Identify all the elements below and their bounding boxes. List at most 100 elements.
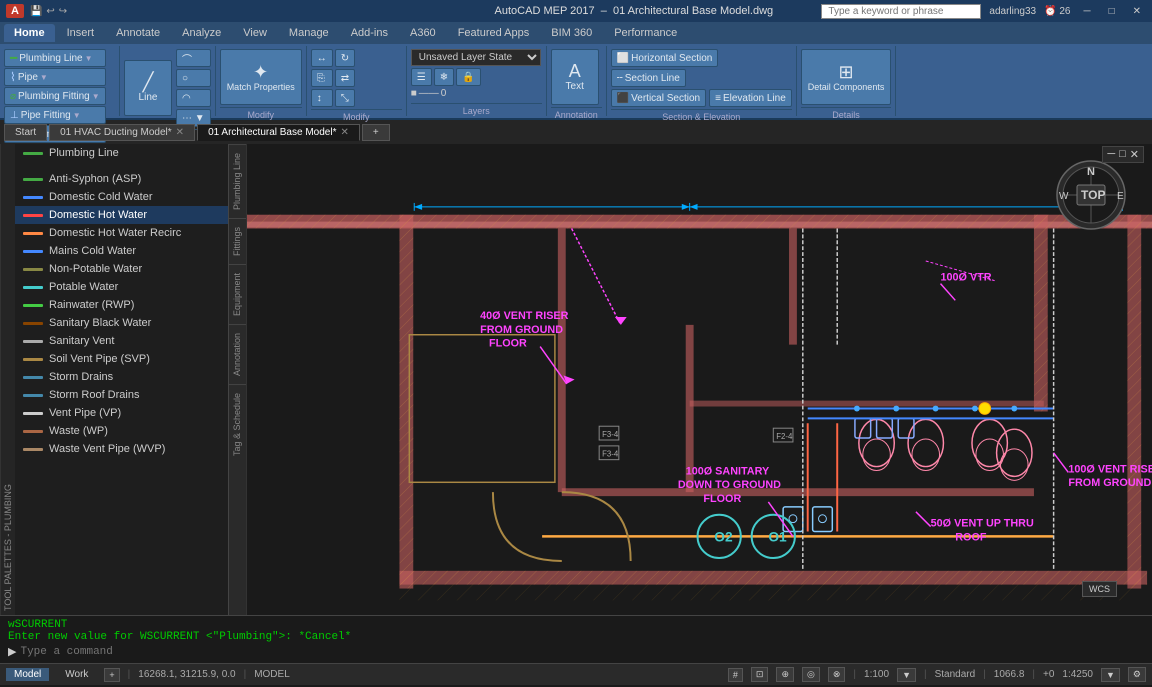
annotation-scale-btn[interactable]: ▼ xyxy=(1101,668,1120,682)
doc-tab-new[interactable]: + xyxy=(362,124,390,141)
layer-freeze-btn[interactable]: ❄ xyxy=(434,68,454,86)
tool-palette-label[interactable]: TOOL PALETTES - PLUMBING xyxy=(0,144,15,615)
sidebar-item-storm-drains[interactable]: Storm Drains xyxy=(15,368,228,386)
side-tab-tag-schedule[interactable]: Tag & Schedule xyxy=(229,384,246,464)
stretch-btn[interactable]: ↕ xyxy=(311,89,333,107)
rotate-btn[interactable]: ↻ xyxy=(335,49,355,67)
sidebar-item-non-potable[interactable]: Non-Potable Water xyxy=(15,260,228,278)
circle-btn[interactable]: ○ xyxy=(176,69,211,87)
add-tab-btn[interactable]: + xyxy=(104,668,119,682)
canvas-restore-btn[interactable]: □ xyxy=(1119,148,1126,161)
doc-tab-hvac[interactable]: 01 HVAC Ducting Model* ✕ xyxy=(49,124,195,141)
horiz-section-btn[interactable]: ⬛ Vertical Section xyxy=(611,89,706,107)
sidebar-item-waste[interactable]: Waste (WP) xyxy=(15,422,228,440)
sidebar-item-asp[interactable]: Anti-Syphon (ASP) xyxy=(15,170,228,188)
sidebar-item-mains-cold[interactable]: Mains Cold Water xyxy=(15,242,228,260)
sidebar-item-vent-pipe[interactable]: Vent Pipe (VP) xyxy=(15,404,228,422)
work-tab[interactable]: Work xyxy=(57,668,96,681)
tab-home[interactable]: Home xyxy=(4,24,55,42)
tab-analyze[interactable]: Analyze xyxy=(172,24,231,42)
sidebar-item-hot-water-recirc[interactable]: Domestic Hot Water Recirc xyxy=(15,224,228,242)
command-input[interactable] xyxy=(20,646,1144,658)
search-input[interactable] xyxy=(821,4,981,19)
tab-insert[interactable]: Insert xyxy=(57,24,105,42)
side-tab-equipment[interactable]: Equipment xyxy=(229,264,246,324)
side-tab-plumbing[interactable]: Plumbing Line xyxy=(229,144,246,218)
side-tab-fittings[interactable]: Fittings xyxy=(229,218,246,264)
vertical-section-btn[interactable]: ⬜ Horizontal Section xyxy=(611,49,719,67)
elevation-line-btn[interactable]: ≡ Elevation Line xyxy=(709,89,792,107)
doc-tab-arch-close[interactable]: ✕ xyxy=(340,127,348,138)
detail-components-btn[interactable]: ⊞ Detail Components xyxy=(801,49,892,105)
sidebar-item-cold-water[interactable]: Domestic Cold Water xyxy=(15,188,228,206)
ribbon-group-view: Unsaved Layer State ☰ ❄ 🔒 ■ —— 0 Layers xyxy=(407,46,547,116)
scale-btn[interactable]: ▼ xyxy=(897,668,916,682)
plumbing-fitting-btn[interactable]: ⌀ Plumbing Fitting ▼ xyxy=(4,87,106,105)
redo-icon[interactable]: ↪ xyxy=(59,6,67,17)
restore-btn[interactable]: □ xyxy=(1104,6,1120,17)
doc-tab-hvac-close[interactable]: ✕ xyxy=(176,127,184,138)
sidebar-item-non-potable-label: Non-Potable Water xyxy=(49,263,142,275)
cad-canvas-area[interactable]: O2 O1 F3-4 F3-4 F2-4 40Ø VENT RISER FROM… xyxy=(247,144,1152,615)
model-tab[interactable]: Model xyxy=(6,668,49,681)
minimize-btn[interactable]: ─ xyxy=(1078,6,1095,17)
doc-tab-hvac-label: 01 HVAC Ducting Model* xyxy=(60,127,172,138)
copy-btn[interactable]: ⎘ xyxy=(311,69,333,87)
canvas-close-btn[interactable]: ✕ xyxy=(1130,148,1139,161)
sidebar-item-potable-label: Potable Water xyxy=(49,281,118,293)
quick-save-icon[interactable]: 💾 xyxy=(30,6,42,17)
ribbon-panel: ━ Plumbing Line ▼ ⌇ Pipe ▼ ⌀ Plumbing Fi… xyxy=(0,44,1152,120)
sidebar-item-hot-water[interactable]: Domestic Hot Water xyxy=(15,206,228,224)
pipe-fitting-btn[interactable]: ⊥ Pipe Fitting ▼ xyxy=(4,106,106,124)
scale-btn[interactable]: ⤡ xyxy=(335,89,355,107)
sidebar-item-waste-vent[interactable]: Waste Vent Pipe (WVP) xyxy=(15,440,228,458)
tab-bim360[interactable]: BIM 360 xyxy=(541,24,602,42)
main-area: TOOL PALETTES - PLUMBING Plumbing Line A… xyxy=(0,144,1152,615)
tab-annotate[interactable]: Annotate xyxy=(106,24,170,42)
side-tab-annotation[interactable]: Annotation xyxy=(229,324,246,384)
command-input-area[interactable]: ▶ xyxy=(8,645,1144,658)
workspace-btn[interactable]: ⚙ xyxy=(1128,667,1146,682)
details-label: Details xyxy=(801,107,892,120)
line-btn[interactable]: ╱ Line xyxy=(124,60,172,116)
sidebar-item-plumbing-line[interactable]: Plumbing Line xyxy=(15,144,228,162)
sidebar-item-svp[interactable]: Soil Vent Pipe (SVP) xyxy=(15,350,228,368)
doc-tab-start[interactable]: Start xyxy=(4,124,47,141)
osnap-btn[interactable]: ⊗ xyxy=(828,667,846,682)
section-line-btn[interactable]: ╌ Section Line xyxy=(611,69,686,87)
polyline-btn[interactable]: ⌒ xyxy=(176,49,211,67)
doc-tab-arch[interactable]: 01 Architectural Base Model* ✕ xyxy=(197,124,360,141)
layer-props-btn[interactable]: ☰ xyxy=(411,68,432,86)
username-label: adarling33 xyxy=(989,6,1036,17)
tab-addins[interactable]: Add-ins xyxy=(341,24,398,42)
sidebar-item-potable[interactable]: Potable Water xyxy=(15,278,228,296)
canvas-minimize-btn[interactable]: ─ xyxy=(1107,148,1115,161)
sidebar-item-sanitary-vent[interactable]: Sanitary Vent xyxy=(15,332,228,350)
tab-performance[interactable]: Performance xyxy=(604,24,687,42)
sidebar-item-rainwater[interactable]: Rainwater (RWP) xyxy=(15,296,228,314)
tab-manage[interactable]: Manage xyxy=(279,24,339,42)
sidebar-item-sanitary-black-label: Sanitary Black Water xyxy=(49,317,151,329)
snap-btn[interactable]: ⊡ xyxy=(751,667,769,682)
tab-a360[interactable]: A360 xyxy=(400,24,446,42)
layer-lock-btn[interactable]: 🔒 xyxy=(456,68,480,86)
sidebar-item-storm-roof[interactable]: Storm Roof Drains xyxy=(15,386,228,404)
tab-view[interactable]: View xyxy=(233,24,277,42)
sidebar-item-sanitary-black[interactable]: Sanitary Black Water xyxy=(15,314,228,332)
mirror-btn[interactable]: ⇄ xyxy=(335,69,355,87)
tab-featured[interactable]: Featured Apps xyxy=(448,24,540,42)
grid-btn[interactable]: # xyxy=(728,668,743,682)
undo-icon[interactable]: ↩ xyxy=(46,6,54,17)
layer-state-select[interactable]: Unsaved Layer State xyxy=(411,49,541,66)
move-btn[interactable]: ↔ xyxy=(311,49,333,67)
close-btn[interactable]: ✕ xyxy=(1128,6,1146,17)
plumbing-line-btn[interactable]: ━ Plumbing Line ▼ xyxy=(4,49,106,67)
ortho-btn[interactable]: ⊕ xyxy=(776,667,794,682)
potable-swatch xyxy=(23,286,43,289)
linetype-label: —— xyxy=(419,88,439,99)
pipe-btn[interactable]: ⌇ Pipe ▼ xyxy=(4,68,106,86)
polar-btn[interactable]: ◎ xyxy=(802,667,820,682)
text-btn[interactable]: A Text xyxy=(551,49,599,105)
arc-btn[interactable]: ◠ xyxy=(176,89,211,107)
match-properties-btn[interactable]: ✦ Match Properties xyxy=(220,49,302,105)
